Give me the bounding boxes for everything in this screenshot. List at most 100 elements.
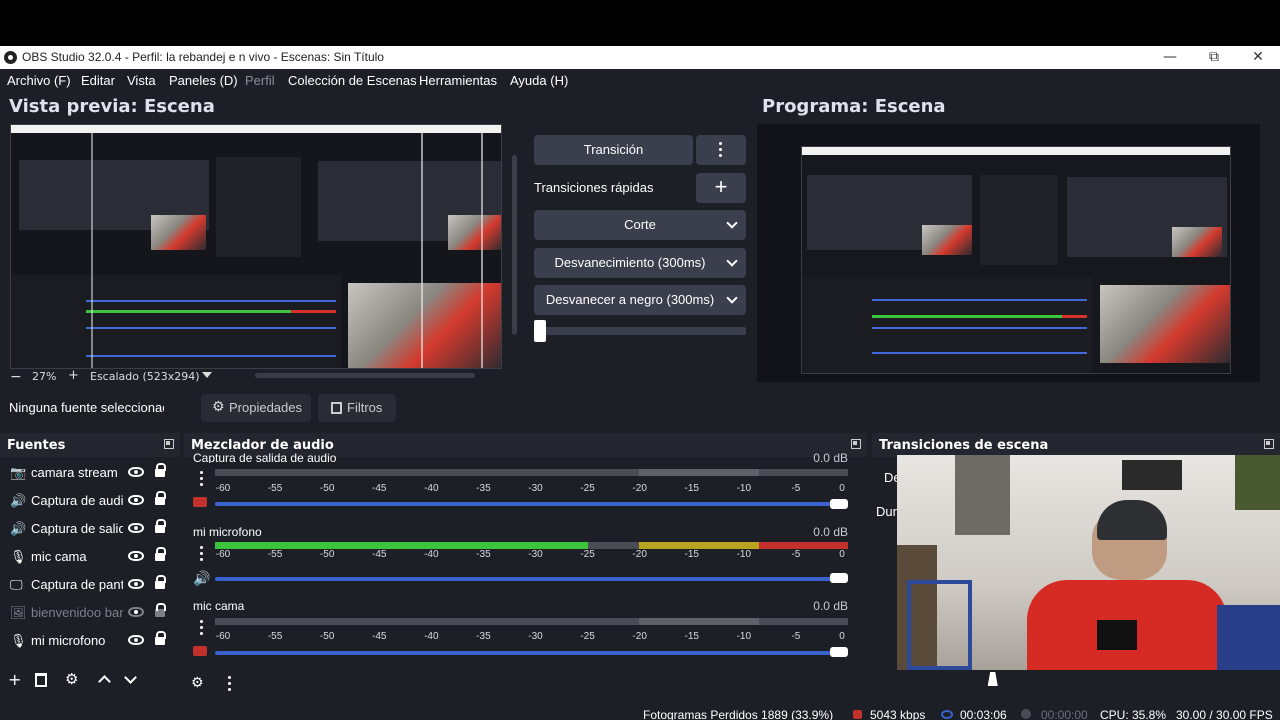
filters-button[interactable]: Filtros <box>318 394 396 422</box>
lock-icon[interactable] <box>155 547 166 561</box>
monitor-icon: 🖵 <box>10 577 23 592</box>
scale-tick-label: -10 <box>736 549 752 560</box>
lock-icon[interactable] <box>155 631 166 645</box>
tbar-handle[interactable] <box>534 320 546 342</box>
sources-dock-header: Fuentes <box>0 433 180 457</box>
lock-icon[interactable] <box>155 575 166 589</box>
zoom-in-button[interactable]: + <box>68 368 79 383</box>
add-source-button[interactable]: + <box>8 672 21 688</box>
lock-icon[interactable] <box>155 491 166 505</box>
speaker-icon[interactable]: 🔊 <box>193 571 210 587</box>
volume-slider[interactable] <box>215 651 845 655</box>
scale-dropdown-icon[interactable] <box>202 372 212 378</box>
menu-vista[interactable]: Vista <box>127 73 156 88</box>
volume-knob[interactable] <box>830 573 848 583</box>
close-button[interactable]: ✕ <box>1236 46 1280 69</box>
menu-paneles[interactable]: Paneles (D) <box>169 73 238 88</box>
visibility-eye-icon[interactable] <box>128 523 144 533</box>
visibility-eye-icon[interactable] <box>128 495 144 505</box>
mixer-menu-kebab-icon[interactable] <box>228 676 231 694</box>
track-menu-kebab-icon[interactable] <box>200 471 203 489</box>
preview-canvas[interactable] <box>10 124 502 369</box>
track-menu-kebab-icon[interactable] <box>200 546 203 564</box>
volume-knob[interactable] <box>830 499 848 509</box>
properties-label: Propiedades <box>229 400 302 415</box>
track-menu-kebab-icon[interactable] <box>200 620 203 638</box>
source-item[interactable]: 🎙 mi microfono <box>0 627 180 655</box>
transition-button[interactable]: Transición <box>534 135 693 165</box>
nested-cam-thumb <box>151 215 206 250</box>
zoom-out-button[interactable]: − <box>10 369 22 385</box>
menu-archivo[interactable]: Archivo (F) <box>7 73 71 88</box>
source-item[interactable]: 📷 camara stream <box>0 459 180 487</box>
source-item[interactable]: 🎙 mic cama <box>0 543 180 571</box>
zoom-level: 27% <box>32 370 57 383</box>
source-item[interactable]: 🔊 Captura de salida <box>0 515 180 543</box>
top-black-band <box>0 0 1280 46</box>
mixer-settings-gear-icon[interactable]: ⚙ <box>191 675 204 691</box>
lock-icon[interactable] <box>155 603 166 617</box>
menu-coleccion[interactable]: Colección de Escenas <box>288 73 417 88</box>
scale-tick-label: -35 <box>476 483 491 494</box>
float-dock-icon[interactable] <box>1264 439 1274 449</box>
quick-transition-fade-black[interactable]: Desvanecer a negro (300ms) <box>534 285 746 315</box>
webcam-pennant <box>955 455 1010 535</box>
source-settings-gear-icon[interactable]: ⚙ <box>65 671 78 687</box>
nested-guide-line-3 <box>91 125 93 368</box>
lock-icon[interactable] <box>155 519 166 533</box>
menu-herramientas[interactable]: Herramientas <box>419 73 497 88</box>
scale-tick-label: -15 <box>684 549 699 560</box>
maximize-button[interactable]: ⧉ <box>1192 46 1236 69</box>
preview-hscroll[interactable] <box>255 373 475 378</box>
lock-icon[interactable] <box>155 463 166 477</box>
source-item[interactable]: 🔊 Captura de audio <box>0 487 180 515</box>
scale-tick-label: -55 <box>267 483 283 494</box>
visibility-eye-icon[interactable] <box>128 635 144 645</box>
float-dock-icon[interactable] <box>164 439 174 449</box>
properties-button[interactable]: ⚙ Propiedades <box>201 394 311 422</box>
muted-speaker-icon[interactable] <box>193 497 207 507</box>
scale-tick-label: -5 <box>791 549 801 560</box>
program-nested-cam <box>922 225 972 255</box>
nested-slider-3 <box>86 355 336 357</box>
meter-red-zone <box>759 469 848 476</box>
minimize-button[interactable]: — <box>1148 46 1192 69</box>
move-down-icon[interactable] <box>124 671 137 684</box>
scale-tick-label: -50 <box>319 631 335 642</box>
float-dock-icon[interactable] <box>851 439 861 449</box>
preview-title: Vista previa: Escena <box>9 96 215 117</box>
filters-label: Filtros <box>347 400 383 415</box>
tbar-slider[interactable] <box>534 327 746 335</box>
scale-tick-label: -30 <box>528 631 543 642</box>
scale-tick-label: -35 <box>476 549 491 560</box>
add-quick-transition-button[interactable]: + <box>696 173 746 203</box>
track-name: mi microfono <box>193 525 262 539</box>
visibility-eye-icon[interactable] <box>128 551 144 561</box>
hidden-eye-icon[interactable] <box>128 607 144 617</box>
volume-slider[interactable] <box>215 502 845 506</box>
nested-meter-red <box>291 310 336 313</box>
preview-vscroll[interactable] <box>512 155 517 335</box>
visibility-eye-icon[interactable] <box>128 579 144 589</box>
quick-transition-label: Corte <box>624 217 656 232</box>
transition-menu-button[interactable] <box>696 135 746 165</box>
nested-webcam <box>348 283 501 368</box>
volume-knob[interactable] <box>830 647 848 657</box>
track-name: mic cama <box>193 599 245 613</box>
menu-perfil[interactable]: Perfil <box>245 73 275 88</box>
scale-tick-label: -45 <box>372 549 387 560</box>
muted-speaker-icon[interactable] <box>193 646 207 656</box>
menu-editar[interactable]: Editar <box>81 73 115 88</box>
source-item[interactable]: 🖵 Captura de pantalla <box>0 571 180 599</box>
quick-transition-fade[interactable]: Desvanecimiento (300ms) <box>534 248 746 278</box>
scale-tick-label: -10 <box>736 483 752 494</box>
webcam-chair <box>907 580 972 670</box>
quick-transition-corte[interactable]: Corte <box>534 210 746 240</box>
scale-tick-label: -60 <box>215 549 231 560</box>
source-item[interactable]: 🖼 bienvenidoo bar <box>0 599 180 627</box>
volume-slider[interactable] <box>215 577 845 581</box>
trash-icon[interactable] <box>35 673 47 687</box>
visibility-eye-icon[interactable] <box>128 467 144 477</box>
menu-ayuda[interactable]: Ayuda (H) <box>510 73 568 88</box>
move-up-icon[interactable] <box>98 675 111 688</box>
